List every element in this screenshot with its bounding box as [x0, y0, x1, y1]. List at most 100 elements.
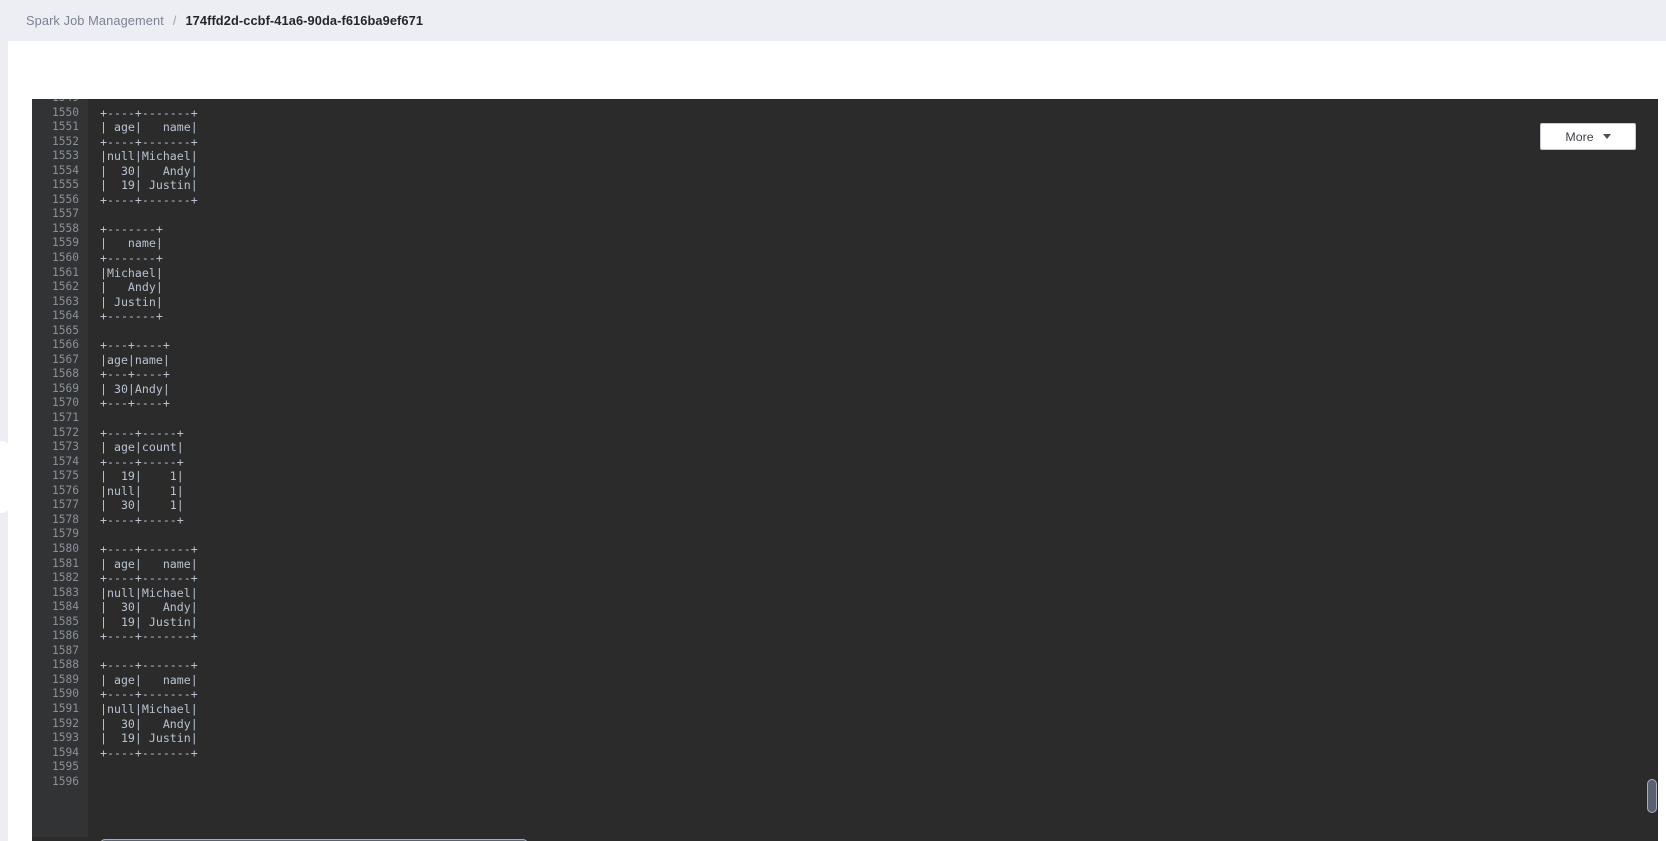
- line-number: 1556: [32, 192, 88, 208]
- code-line-row: 1592 | 30| Andy|: [32, 716, 1658, 732]
- line-number: 1563: [32, 294, 88, 310]
- line-content[interactable]: | 19| Justin|: [88, 731, 1658, 746]
- line-content[interactable]: |null| 1|: [88, 484, 1658, 499]
- line-content[interactable]: +----+-------+: [88, 746, 1658, 761]
- line-content[interactable]: [88, 775, 1658, 790]
- code-line-row: 1587: [32, 643, 1658, 659]
- line-number: 1551: [32, 120, 88, 135]
- line-number: 1583: [32, 585, 88, 601]
- more-button-label: More: [1565, 129, 1594, 144]
- line-number: 1582: [32, 571, 88, 586]
- line-content[interactable]: +----+-----+: [88, 426, 1658, 441]
- line-content[interactable]: [88, 760, 1658, 775]
- line-content[interactable]: [88, 527, 1658, 542]
- line-content[interactable]: | 30| Andy|: [88, 164, 1658, 179]
- line-content[interactable]: +----+-------+: [88, 687, 1658, 702]
- code-line-row: 1583 |null|Michael|: [32, 585, 1658, 601]
- line-content[interactable]: +----+-------+: [88, 542, 1658, 557]
- line-content[interactable]: |null|Michael|: [88, 149, 1658, 164]
- line-number: 1562: [32, 280, 88, 295]
- line-content[interactable]: | Andy|: [88, 280, 1658, 295]
- line-content[interactable]: |null|Michael|: [88, 702, 1658, 717]
- code-line-row: 1577 | 30| 1|: [32, 498, 1658, 513]
- code-line-row: 1564 +-------+: [32, 309, 1658, 324]
- line-content[interactable]: [88, 411, 1658, 426]
- line-number: 1574: [32, 454, 88, 470]
- line-content[interactable]: |null|Michael|: [88, 586, 1658, 601]
- line-content[interactable]: | 19| Justin|: [88, 178, 1658, 193]
- code-line-row: 1586 +----+-------+: [32, 629, 1658, 644]
- code-line-row: 1582 +----+-------+: [32, 571, 1658, 586]
- line-content[interactable]: | Justin|: [88, 295, 1658, 310]
- line-content[interactable]: +----+-------+: [88, 571, 1658, 586]
- code-line-row: 1558 +-------+: [32, 221, 1658, 237]
- line-number: 1552: [32, 134, 88, 150]
- line-content[interactable]: [88, 324, 1658, 339]
- line-number: 1588: [32, 658, 88, 673]
- editor-horizontal-scrollbar[interactable]: [88, 837, 1648, 841]
- editor-vertical-scrollbar[interactable]: [1645, 99, 1658, 837]
- line-number: 1569: [32, 381, 88, 397]
- line-content[interactable]: +-------+: [88, 251, 1658, 266]
- line-content[interactable]: +----+-----+: [88, 513, 1658, 528]
- line-content[interactable]: | 19| Justin|: [88, 615, 1658, 630]
- line-content[interactable]: | 19| 1|: [88, 469, 1658, 484]
- code-line-row: 1594 +----+-------+: [32, 745, 1658, 761]
- line-number: 1593: [32, 731, 88, 746]
- log-output-editor[interactable]: 15491550+----+-------+1551| age| name|15…: [32, 99, 1658, 841]
- line-content[interactable]: | 30| Andy|: [88, 600, 1658, 615]
- code-line-row: 1593 | 19| Justin|: [32, 731, 1658, 746]
- line-number: 1554: [32, 163, 88, 179]
- line-content[interactable]: +---+----+: [88, 396, 1658, 411]
- line-number: 1581: [32, 556, 88, 572]
- breadcrumb-root-link[interactable]: Spark Job Management: [26, 13, 164, 28]
- code-line-row: 1550 +----+-------+: [32, 105, 1658, 121]
- code-line-row: 1588 +----+-------+: [32, 658, 1658, 673]
- line-content[interactable]: +----+-------+: [88, 193, 1658, 208]
- line-content[interactable]: +-------+: [88, 222, 1658, 237]
- code-line-row: 1565: [32, 323, 1658, 339]
- line-number: 1596: [32, 774, 88, 790]
- line-number: 1566: [32, 338, 88, 353]
- line-content[interactable]: +----+-------+: [88, 106, 1658, 121]
- line-content[interactable]: |age|name|: [88, 353, 1658, 368]
- line-content[interactable]: | age| name|: [88, 673, 1658, 688]
- line-content[interactable]: | age| name|: [88, 120, 1658, 135]
- line-content[interactable]: +-------+: [88, 309, 1658, 324]
- line-number: 1592: [32, 716, 88, 732]
- line-content[interactable]: | 30| 1|: [88, 498, 1658, 513]
- line-content[interactable]: [88, 207, 1658, 222]
- line-number: 1559: [32, 236, 88, 252]
- code-line-row: 1561 |Michael|: [32, 265, 1658, 281]
- code-line-row: 1576 |null| 1|: [32, 483, 1658, 499]
- line-number: 1579: [32, 527, 88, 542]
- line-content[interactable]: +----+-------+: [88, 135, 1658, 150]
- line-content[interactable]: +----+-------+: [88, 658, 1658, 673]
- code-line-row: 1573 | age|count|: [32, 440, 1658, 455]
- line-content[interactable]: | age|count|: [88, 440, 1658, 455]
- line-number: 1565: [32, 323, 88, 339]
- more-button[interactable]: More: [1540, 123, 1636, 150]
- code-line-row: 1578 +----+-----+: [32, 512, 1658, 528]
- line-content[interactable]: +----+-------+: [88, 629, 1658, 644]
- line-content[interactable]: |Michael|: [88, 266, 1658, 281]
- code-line-row: 1580 +----+-------+: [32, 541, 1658, 557]
- content-card: 15491550+----+-------+1551| age| name|15…: [8, 41, 1666, 841]
- line-content[interactable]: | age| name|: [88, 557, 1658, 572]
- code-line-row: 1556 +----+-------+: [32, 192, 1658, 208]
- line-number: 1567: [32, 352, 88, 368]
- line-content[interactable]: +---+----+: [88, 367, 1658, 382]
- line-content[interactable]: | name|: [88, 236, 1658, 251]
- line-number: 1560: [32, 251, 88, 266]
- vertical-scrollbar-thumb[interactable]: [1646, 779, 1657, 813]
- code-line-row: 1589 | age| name|: [32, 672, 1658, 688]
- breadcrumb: Spark Job Management / 174ffd2d-ccbf-41a…: [0, 0, 1666, 41]
- line-number: 1553: [32, 149, 88, 164]
- line-number: 1573: [32, 440, 88, 455]
- line-content[interactable]: +----+-----+: [88, 455, 1658, 470]
- line-content[interactable]: | 30|Andy|: [88, 382, 1658, 397]
- line-content[interactable]: +---+----+: [88, 338, 1658, 353]
- line-content[interactable]: | 30| Andy|: [88, 717, 1658, 732]
- code-line-row: 1553 |null|Michael|: [32, 149, 1658, 164]
- line-content[interactable]: [88, 644, 1658, 659]
